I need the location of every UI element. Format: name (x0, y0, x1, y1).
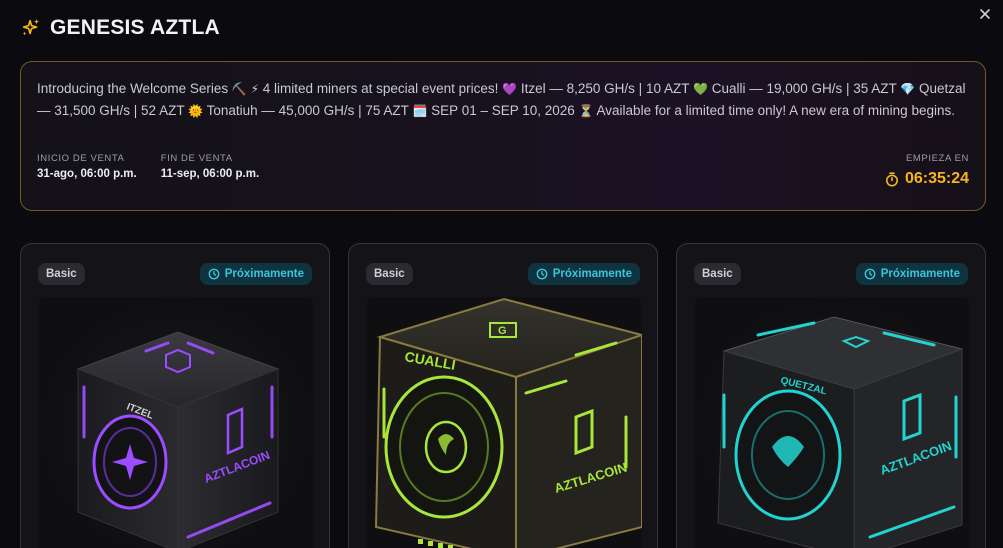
sale-start: INICIO DE VENTA 31-ago, 06:00 p.m. (37, 153, 137, 180)
page-title: GENESIS AZTLA (50, 16, 220, 39)
miner-image: QUETZAL AZTLACOIN (694, 297, 970, 548)
status-badge: Próximamente (855, 263, 968, 285)
miner-card-itzel[interactable]: Basic Próximamente ITZEL AZTLACOIN (20, 243, 330, 548)
calendar-icon: 🗓️ (412, 104, 428, 118)
status-badge: Próximamente (199, 263, 312, 285)
countdown-label: EMPIEZA EN (905, 153, 969, 164)
sale-end: FIN DE VENTA 11-sep, 06:00 p.m. (161, 153, 259, 180)
clock-icon (208, 268, 220, 280)
gem-icon: 💎 (900, 82, 916, 96)
miner-card-cualli[interactable]: Basic Próximamente G CUALLI AZTLACOIN (348, 243, 658, 548)
clock-icon (864, 268, 876, 280)
green-heart-icon: 💚 (692, 82, 708, 96)
event-description: Introducing the Welcome Series ⛏️ ⚡ 4 li… (37, 81, 966, 118)
miner-cards: Basic Próximamente ITZEL AZTLACOIN Basic… (20, 243, 986, 548)
pickaxe-icon: ⛏️ (231, 82, 247, 96)
miner-image: ITZEL AZTLACOIN (38, 297, 314, 548)
tier-badge: Basic (694, 263, 741, 285)
tier-badge: Basic (38, 263, 85, 285)
page-header: GENESIS AZTLA (20, 16, 220, 40)
sale-dates: INICIO DE VENTA 31-ago, 06:00 p.m. FIN D… (37, 153, 259, 180)
tier-badge: Basic (366, 263, 413, 285)
purple-heart-icon: 💜 (502, 82, 518, 96)
clock-icon (536, 268, 548, 280)
miner-image: G CUALLI AZTLACOIN (366, 297, 642, 548)
status-badge: Próximamente (527, 263, 640, 285)
sale-end-label: FIN DE VENTA (160, 153, 233, 164)
miner-card-quetzal[interactable]: Basic Próximamente QUETZAL AZTLACOIN (676, 243, 986, 548)
svg-text:G: G (498, 325, 507, 337)
sparkles-icon (22, 18, 40, 36)
close-button[interactable] (975, 4, 995, 24)
sun-icon: 🌞 (188, 104, 204, 118)
countdown-value: 06:35:24 (904, 170, 969, 187)
sale-start-label: INICIO DE VENTA (37, 153, 125, 164)
stopwatch-icon (885, 171, 898, 186)
close-icon (980, 9, 990, 19)
sale-end-value: 11-sep, 06:00 p.m. (160, 168, 260, 180)
hourglass-icon: ⏳ (578, 104, 594, 118)
countdown: EMPIEZA EN 06:35:24 (885, 153, 969, 188)
lightning-icon: ⚡ (250, 82, 260, 96)
event-banner: Introducing the Welcome Series ⛏️ ⚡ 4 li… (20, 61, 986, 211)
sale-start-value: 31-ago, 06:00 p.m. (37, 168, 137, 180)
